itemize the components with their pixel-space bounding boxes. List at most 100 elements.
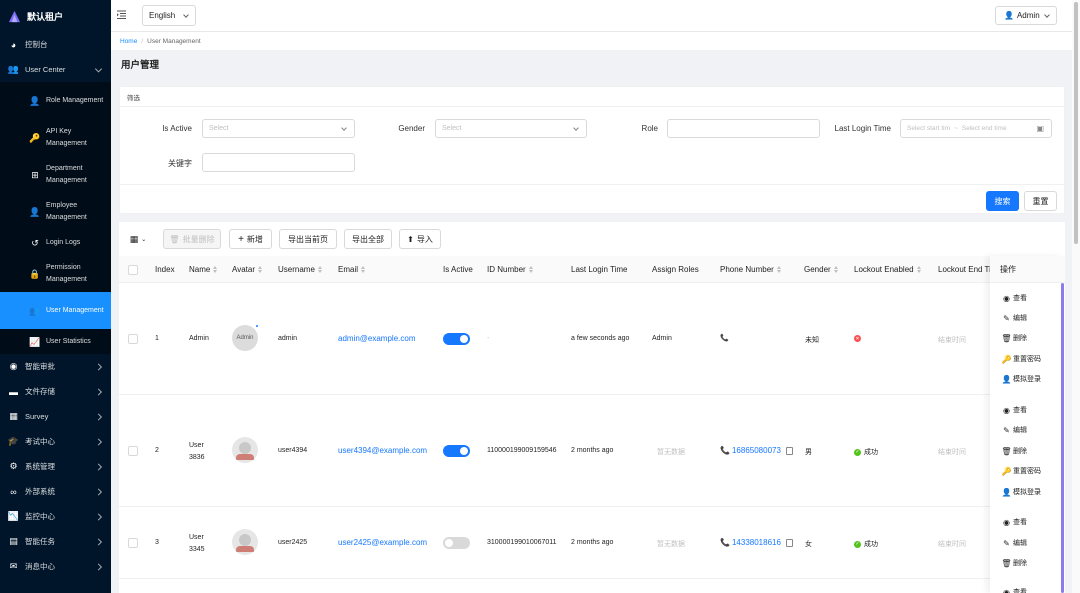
- column-header-assign-roles[interactable]: Assign Roles: [652, 256, 699, 283]
- batch-delete-button[interactable]: 🗑 批量删除: [163, 229, 221, 249]
- column-header-username[interactable]: Username: [278, 256, 322, 283]
- copy-icon[interactable]: [785, 446, 793, 455]
- edit-action[interactable]: ✎ 编辑: [1002, 312, 1027, 324]
- edit-action[interactable]: ✎ 编辑: [1002, 537, 1027, 549]
- checkbox[interactable]: [128, 538, 138, 548]
- row-email-link[interactable]: admin@example.com: [338, 334, 415, 343]
- column-header-lockout-end[interactable]: Lockout End Ti: [938, 256, 993, 283]
- row-id-number: 310000199010067011: [487, 539, 557, 546]
- sidebar-item-dashboard[interactable]: ◕ 控制台: [0, 32, 111, 57]
- sidebar-item-external-systems[interactable]: ∞ 外部系统: [0, 479, 111, 504]
- row-checkbox[interactable]: [128, 334, 138, 344]
- brand[interactable]: 默认租户: [0, 0, 111, 32]
- row-phone-link[interactable]: 📞 14338018616: [720, 538, 793, 547]
- toggle-switch[interactable]: [443, 333, 470, 345]
- search-button[interactable]: 搜索: [986, 191, 1019, 211]
- language-select[interactable]: English: [142, 5, 196, 26]
- row-avatar[interactable]: [232, 437, 258, 463]
- table-row[interactable]: 1 Admin Admin admin admin@example.com - …: [119, 283, 1065, 395]
- sidebar-item-login-logs[interactable]: ↺ Login Logs: [0, 230, 111, 255]
- table-row[interactable]: 3 User 3345 user2425 user2425@example.co…: [119, 507, 1065, 579]
- checkbox[interactable]: [128, 446, 138, 456]
- view-action[interactable]: ◉ 查看: [1002, 586, 1027, 593]
- column-header-avatar[interactable]: Avatar: [232, 256, 262, 283]
- column-header-gender[interactable]: Gender: [804, 256, 838, 283]
- lock-icon: 🔒: [29, 268, 41, 279]
- row-phone-link[interactable]: 📞 16865080073: [720, 446, 793, 455]
- delete-action[interactable]: 🗑 删除: [1001, 557, 1027, 569]
- sidebar-item-user-center[interactable]: 👥 User Center: [0, 57, 111, 82]
- view-action[interactable]: ◉ 查看: [1002, 516, 1027, 528]
- delete-action[interactable]: 🗑 删除: [1001, 445, 1027, 457]
- column-header-name[interactable]: Name: [189, 256, 218, 283]
- chevron-down-icon: [341, 125, 347, 131]
- row-checkbox[interactable]: [128, 538, 138, 548]
- column-header-index[interactable]: Index: [155, 256, 175, 283]
- horizontal-scroll-indicator[interactable]: [1061, 283, 1064, 593]
- sidebar-item-survey[interactable]: ▦ Survey: [0, 404, 111, 429]
- sidebar-item-system-management[interactable]: ⚙ 系统管理: [0, 454, 111, 479]
- last-login-range-picker[interactable]: Select start tim ~ Select end time ▣: [900, 119, 1052, 138]
- column-header-id-number[interactable]: ID Number: [487, 256, 533, 283]
- sidebar-item-file-storage[interactable]: ▬ 文件存储: [0, 379, 111, 404]
- row-email-link[interactable]: user4394@example.com: [338, 446, 427, 455]
- column-header-email[interactable]: Email: [338, 256, 366, 283]
- mail-icon: ✉: [9, 561, 18, 571]
- impersonate-action[interactable]: 👤 模拟登录: [1002, 373, 1041, 385]
- breadcrumb-home-link[interactable]: Home: [120, 38, 137, 45]
- impersonate-action[interactable]: 👤 模拟登录: [1002, 486, 1041, 498]
- add-button[interactable]: + 新增: [229, 229, 272, 249]
- row-avatar[interactable]: [232, 529, 258, 555]
- column-settings-button[interactable]: ▦ ⌄: [121, 229, 155, 249]
- row-active-toggle[interactable]: [443, 537, 470, 549]
- reset-password-action[interactable]: 🔑 重置密码: [1002, 353, 1041, 365]
- user-menu[interactable]: 👤 Admin: [995, 6, 1057, 25]
- keyword-input[interactable]: [202, 153, 355, 172]
- column-header-last-login[interactable]: Last Login Time: [571, 256, 627, 283]
- reset-password-action[interactable]: 🔑 重置密码: [1002, 465, 1041, 477]
- toggle-switch[interactable]: [443, 537, 470, 549]
- view-action[interactable]: ◉ 查看: [1002, 404, 1027, 416]
- sidebar-item-role-management[interactable]: 👤 Role Management: [0, 82, 111, 119]
- sidebar-item-permission-management[interactable]: 🔒 Permission Management: [0, 255, 111, 292]
- sidebar-item-department-management[interactable]: ⊞ Department Management: [0, 156, 111, 193]
- row-checkbox[interactable]: [128, 446, 138, 456]
- sidebar-item-user-management[interactable]: 👥 User Management: [0, 292, 111, 329]
- sidebar-item-employee-management[interactable]: 👤 Employee Management: [0, 193, 111, 230]
- sidebar-item-api-key-management[interactable]: 🔑 API Key Management: [0, 119, 111, 156]
- checkbox[interactable]: [128, 264, 138, 275]
- sidebar-item-label: Employee Management: [46, 201, 87, 221]
- select-all-checkbox[interactable]: [128, 256, 138, 283]
- row-avatar[interactable]: Admin: [232, 324, 259, 351]
- copy-icon[interactable]: [785, 538, 793, 547]
- view-action[interactable]: ◉ 查看: [1002, 292, 1027, 304]
- export-all-button[interactable]: 导出全部: [344, 229, 392, 249]
- sidebar-item-user-statistics[interactable]: 📈 User Statistics: [0, 329, 111, 354]
- menu-fold-icon[interactable]: [117, 10, 126, 19]
- table-row[interactable]: 2 User 3836 user4394 user4394@example.co…: [119, 395, 1065, 507]
- row-email-link[interactable]: user2425@example.com: [338, 538, 427, 547]
- sidebar-item-monitoring[interactable]: 📉 监控中心: [0, 504, 111, 529]
- action-label: 重置密码: [1013, 468, 1041, 475]
- export-page-button[interactable]: 导出当前页: [279, 229, 337, 249]
- import-button[interactable]: ⬆ 导入: [399, 229, 441, 249]
- column-header-phone[interactable]: Phone Number: [720, 256, 781, 283]
- sidebar-item-approval[interactable]: ◉ 智能审批: [0, 354, 111, 379]
- column-header-lockout-enabled[interactable]: Lockout Enabled: [854, 256, 921, 283]
- delete-action[interactable]: 🗑 删除: [1001, 332, 1027, 344]
- row-active-toggle[interactable]: [443, 333, 470, 345]
- is-active-select[interactable]: Select: [202, 119, 355, 138]
- checkbox[interactable]: [128, 334, 138, 344]
- gender-select[interactable]: Select: [435, 119, 587, 138]
- edit-action[interactable]: ✎ 编辑: [1002, 424, 1027, 436]
- reset-button[interactable]: 重置: [1024, 191, 1057, 211]
- column-header-is-active[interactable]: Is Active: [443, 256, 473, 283]
- toggle-switch[interactable]: [443, 445, 470, 457]
- role-label: Role: [641, 124, 658, 133]
- page-scrollbar-thumb[interactable]: [1074, 2, 1078, 244]
- sidebar-item-smart-tasks[interactable]: ▤ 智能任务: [0, 529, 111, 554]
- role-input[interactable]: [667, 119, 820, 138]
- sidebar-item-message-center[interactable]: ✉ 消息中心: [0, 554, 111, 579]
- row-active-toggle[interactable]: [443, 445, 470, 457]
- sidebar-item-exam-center[interactable]: 🎓 考试中心: [0, 429, 111, 454]
